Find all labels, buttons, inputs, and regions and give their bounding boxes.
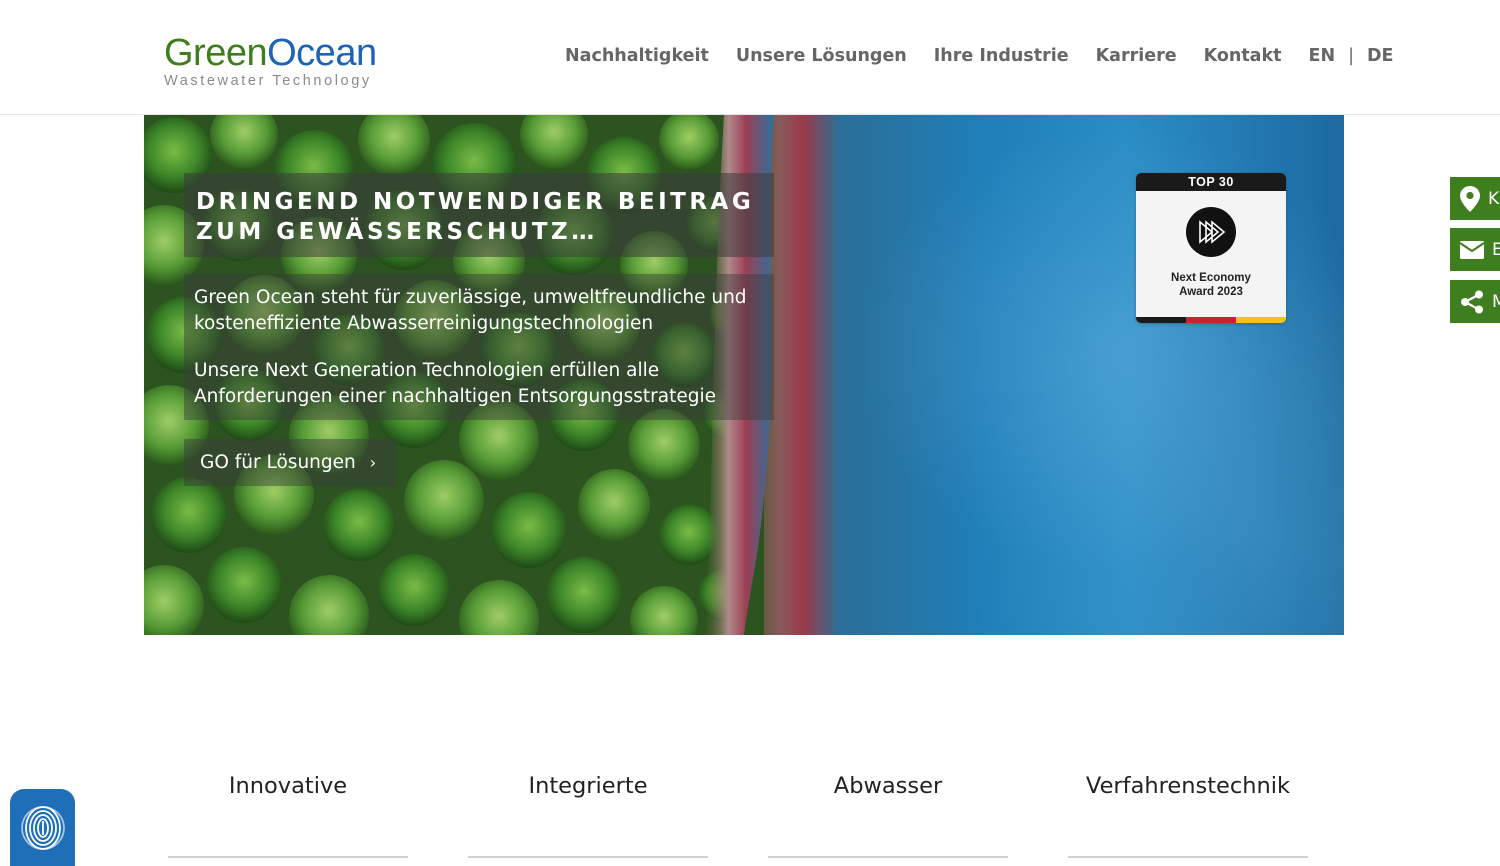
hero-paragraph-1: Green Ocean steht für zuverlässige, umwe… — [194, 287, 747, 334]
hero-headline: DRINGEND NOTWENDIGER BEITRAG ZUM GEWÄSSE… — [196, 189, 755, 245]
award-line-2: Award 2023 — [1179, 286, 1243, 298]
nav-nachhaltigkeit[interactable]: Nachhaltigkeit — [565, 46, 709, 66]
chevron-right-icon: › — [369, 453, 377, 472]
hero-banner: DRINGEND NOTWENDIGER BEITRAG ZUM GEWÄSSE… — [144, 115, 1344, 635]
tab-divider-3 — [768, 856, 1008, 858]
side-share-label: M — [1492, 291, 1500, 312]
side-share-button[interactable]: M — [1450, 280, 1500, 323]
go-solutions-button[interactable]: GO für Lösungen › — [184, 439, 397, 486]
go-solutions-label: GO für Lösungen — [200, 452, 356, 473]
nav-unsere-loesungen[interactable]: Unsere Lösungen — [736, 46, 907, 66]
envelope-icon — [1460, 240, 1484, 259]
play-forward-icon — [1186, 207, 1236, 257]
lang-en[interactable]: EN — [1309, 46, 1336, 66]
privacy-settings-button[interactable] — [10, 789, 75, 866]
lang-separator: | — [1348, 46, 1355, 66]
logo-tagline: Wastewater Technology — [164, 73, 372, 89]
logo[interactable]: GreenOcean Wastewater Technology — [164, 34, 377, 89]
tab-divider-1 — [168, 856, 408, 858]
main-nav: Nachhaltigkeit Unsere Lösungen Ihre Indu… — [565, 46, 1394, 66]
share-icon — [1461, 290, 1483, 313]
nav-ihre-industrie[interactable]: Ihre Industrie — [934, 46, 1069, 66]
award-badge[interactable]: TOP 30 Next Economy Award 2023 — [1136, 173, 1286, 323]
award-line-1: Next Economy — [1171, 272, 1251, 284]
tab-integrierte[interactable]: Integrierte — [468, 773, 708, 799]
fingerprint-icon — [20, 806, 65, 850]
side-location-label: K — [1488, 188, 1500, 209]
language-switcher: EN | DE — [1309, 46, 1394, 66]
logo-word-blue: Ocean — [267, 32, 377, 74]
side-email-label: E — [1492, 239, 1500, 260]
site-header: GreenOcean Wastewater Technology Nachhal… — [0, 0, 1500, 115]
hero-paragraph-2: Unsere Next Generation Technologien erfü… — [194, 360, 717, 407]
tab-verfahrenstechnik[interactable]: Verfahrenstechnik — [1068, 773, 1308, 799]
side-email-button[interactable]: E — [1450, 228, 1500, 271]
tab-divider-2 — [468, 856, 708, 858]
logo-word-green: Green — [164, 32, 268, 74]
award-text: Next Economy Award 2023 — [1136, 271, 1286, 299]
nav-karriere[interactable]: Karriere — [1096, 46, 1177, 66]
tab-divider-4 — [1068, 856, 1308, 858]
location-pin-icon — [1460, 185, 1480, 212]
tab-innovative[interactable]: Innovative — [168, 773, 408, 799]
award-top-label: TOP 30 — [1136, 173, 1286, 191]
logo-wordmark: GreenOcean — [164, 34, 377, 72]
side-location-button[interactable]: K — [1450, 177, 1500, 220]
german-flag-stripe — [1136, 317, 1286, 323]
lang-de[interactable]: DE — [1367, 46, 1393, 66]
tab-abwasser[interactable]: Abwasser — [768, 773, 1008, 799]
nav-kontakt[interactable]: Kontakt — [1204, 46, 1282, 66]
